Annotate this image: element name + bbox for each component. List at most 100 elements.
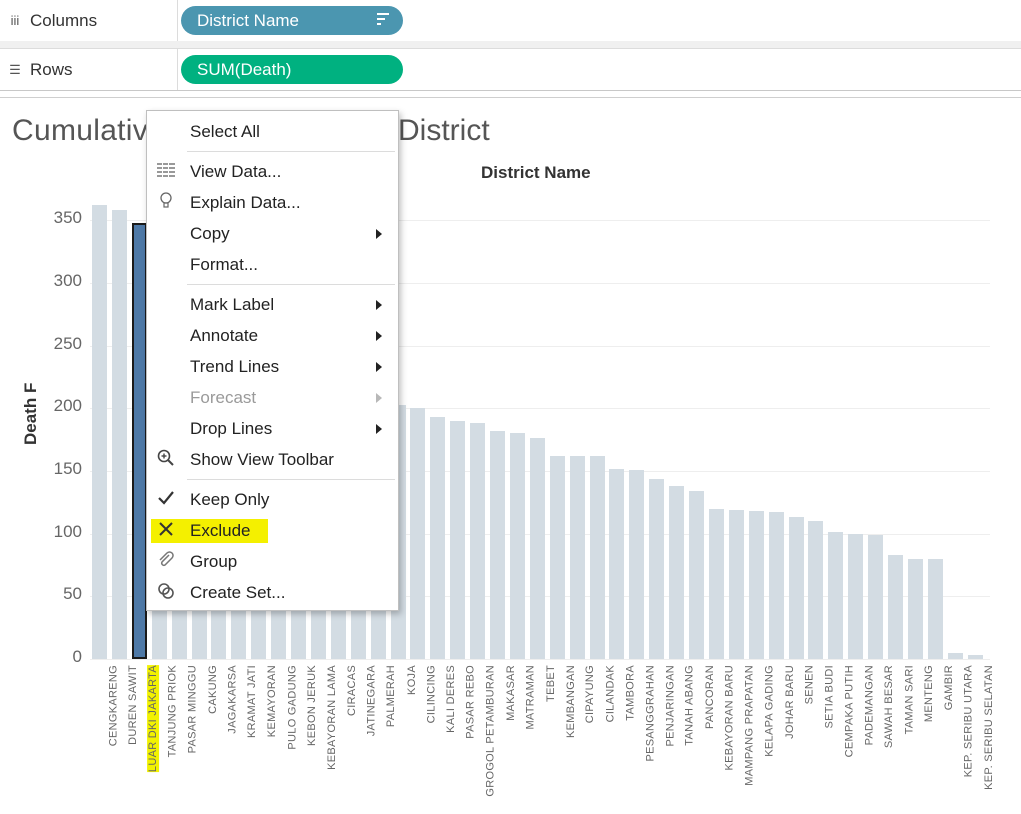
- x-tick-label[interactable]: CAKUNG: [193, 665, 219, 805]
- x-tick-label[interactable]: PADEMANGAN: [849, 665, 875, 805]
- bar[interactable]: [768, 512, 784, 659]
- menu-item-annotate[interactable]: Annotate: [147, 321, 398, 351]
- menu-item-trend-lines[interactable]: Trend Lines: [147, 352, 398, 382]
- district-name-pill[interactable]: District Name: [181, 6, 403, 35]
- x-tick-label[interactable]: KEMAYORAN: [252, 665, 278, 805]
- x-tick-label[interactable]: TANAH ABANG: [670, 665, 696, 805]
- bar[interactable]: [728, 509, 744, 659]
- x-tick-label[interactable]: KEBAYORAN BARU: [710, 665, 736, 805]
- x-tick-label[interactable]: JATINEGARA: [352, 665, 378, 805]
- x-tick-label[interactable]: MAKASAR: [491, 665, 517, 805]
- x-tick-label[interactable]: MAMPANG PRAPATAN: [730, 665, 756, 805]
- bar[interactable]: [828, 532, 844, 659]
- x-tick-label[interactable]: JAGAKARSA: [212, 665, 238, 805]
- x-icon: [155, 521, 177, 541]
- sum-death-pill[interactable]: SUM(Death): [181, 55, 403, 84]
- menu-item-drop-lines[interactable]: Drop Lines: [147, 414, 398, 444]
- x-tick-label[interactable]: GROGOL PETAMBURAN: [471, 665, 497, 805]
- column-header[interactable]: District Name: [481, 163, 591, 183]
- bar[interactable]: [848, 533, 864, 659]
- bar[interactable]: [808, 521, 824, 659]
- bar[interactable]: [529, 438, 545, 659]
- bar[interactable]: [788, 517, 804, 659]
- x-tick-label[interactable]: CILINCING: [411, 665, 437, 805]
- x-tick-label[interactable]: TANJUNG PRIOK: [153, 665, 179, 805]
- menu-item-show-view-toolbar[interactable]: Show View Toolbar: [147, 445, 398, 475]
- bar[interactable]: [569, 456, 585, 659]
- viz-title-left[interactable]: Cumulativ: [12, 114, 148, 148]
- bar[interactable]: [410, 408, 426, 659]
- bar[interactable]: [470, 423, 486, 659]
- x-tick-label[interactable]: KEBON JERUK: [292, 665, 318, 805]
- x-tick-label[interactable]: PANCORAN: [690, 665, 716, 805]
- bar[interactable]: [669, 486, 685, 659]
- rows-icon: ☰: [9, 61, 21, 77]
- x-tick-label[interactable]: MENTENG: [909, 665, 935, 805]
- x-tick-label[interactable]: CIPAYUNG: [571, 665, 597, 805]
- x-tick-label[interactable]: PASAR MINGGU: [173, 665, 199, 805]
- bar[interactable]: [888, 555, 903, 659]
- x-tick-label[interactable]: PENJARINGAN: [650, 665, 676, 805]
- x-tick-label[interactable]: KEP. SERIBU UTARA: [949, 665, 975, 805]
- bar[interactable]: [450, 420, 466, 659]
- bar-selected[interactable]: [131, 222, 147, 659]
- x-tick-label[interactable]: TAMBORA: [610, 665, 636, 805]
- bar[interactable]: [92, 205, 107, 659]
- bar[interactable]: [509, 433, 525, 659]
- x-tick-label[interactable]: KEP. SERIBU SELATAN: [969, 665, 995, 805]
- x-tick-label[interactable]: MATRAMAN: [511, 665, 537, 805]
- bar[interactable]: [629, 469, 645, 659]
- x-tick-label[interactable]: KEBAYORAN LAMA: [312, 665, 338, 805]
- viz-title-right[interactable]: District: [398, 114, 490, 148]
- x-tick-label[interactable]: GAMBIR: [929, 665, 955, 805]
- menu-item-mark-label[interactable]: Mark Label: [147, 290, 398, 320]
- menu-item-keep-only[interactable]: Keep Only: [147, 485, 398, 515]
- bar[interactable]: [649, 478, 665, 659]
- menu-item-copy[interactable]: Copy: [147, 219, 398, 249]
- menu-item-explain-data[interactable]: Explain Data...: [147, 188, 398, 218]
- bar[interactable]: [111, 210, 127, 659]
- menu-item-view-data[interactable]: View Data...: [147, 157, 398, 187]
- x-tick-label[interactable]: JOHAR BARU: [770, 665, 796, 805]
- x-tick-label[interactable]: TEBET: [531, 665, 557, 805]
- y-axis-label[interactable]: Death F: [21, 383, 41, 445]
- x-tick-label[interactable]: SETIA BUDI: [809, 665, 835, 805]
- x-tick-label[interactable]: KELAPA GADING: [750, 665, 776, 805]
- x-tick-label[interactable]: LUAR DKI JAKARTA: [133, 665, 159, 805]
- x-tick-label[interactable]: SENEN: [790, 665, 816, 805]
- bar[interactable]: [708, 508, 724, 659]
- bar[interactable]: [947, 652, 963, 659]
- x-tick-label[interactable]: DUREN SAWIT: [113, 665, 139, 805]
- x-tick-label[interactable]: CIRACAS: [332, 665, 358, 805]
- x-tick-label[interactable]: KEMBANGAN: [551, 665, 577, 805]
- x-tick-label[interactable]: KOJA: [392, 665, 418, 805]
- bar[interactable]: [430, 417, 446, 659]
- menu-item-create-set[interactable]: Create Set...: [147, 578, 398, 608]
- bar[interactable]: [490, 430, 505, 659]
- bar[interactable]: [907, 558, 923, 659]
- x-tick-label[interactable]: CEMPAKA PUTIH: [829, 665, 855, 805]
- menu-item-group[interactable]: Group: [147, 547, 398, 577]
- x-tick-label[interactable]: SAWAH BESAR: [869, 665, 895, 805]
- x-tick-label[interactable]: KALI DERES: [431, 665, 457, 805]
- bar[interactable]: [967, 655, 983, 659]
- bar[interactable]: [549, 456, 565, 659]
- bar[interactable]: [689, 491, 704, 659]
- x-tick-label[interactable]: CENGKARENG: [93, 665, 119, 805]
- bar[interactable]: [609, 468, 625, 659]
- bar[interactable]: [868, 534, 884, 659]
- menu-item-format[interactable]: Format...: [147, 250, 398, 280]
- menu-item-exclude[interactable]: Exclude: [147, 516, 398, 546]
- x-tick-label[interactable]: PALMERAH: [372, 665, 398, 805]
- columns-icon: iii: [10, 13, 20, 28]
- x-tick-label[interactable]: TAMAN SARI: [889, 665, 915, 805]
- menu-item-select-all[interactable]: Select All: [147, 117, 398, 147]
- x-tick-label[interactable]: PULO GADUNG: [272, 665, 298, 805]
- bar[interactable]: [927, 558, 943, 659]
- bar[interactable]: [748, 511, 764, 659]
- x-tick-label[interactable]: PASAR REBO: [451, 665, 477, 805]
- x-tick-label[interactable]: CILANDAK: [591, 665, 617, 805]
- bar[interactable]: [589, 456, 605, 659]
- x-tick-label[interactable]: PESANGGRAHAN: [630, 665, 656, 805]
- x-tick-label[interactable]: KRAMAT JATI: [232, 665, 258, 805]
